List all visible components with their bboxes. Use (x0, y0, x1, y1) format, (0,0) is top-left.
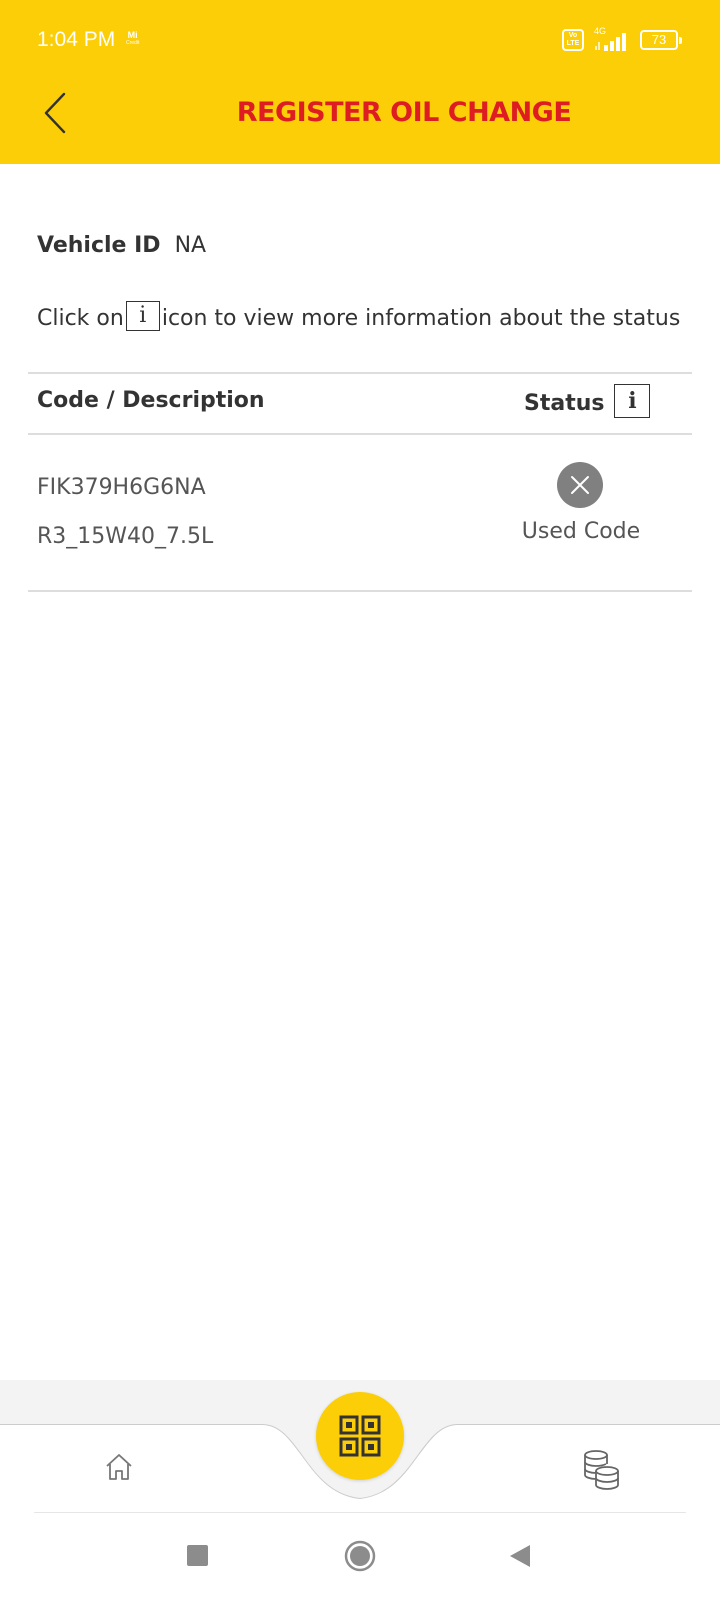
carrier-line1: Mi (127, 30, 138, 40)
status-header-label: Status (524, 390, 605, 416)
qr-code-icon (339, 1415, 381, 1457)
circle-icon (344, 1540, 376, 1572)
volte-icon: Vo LTE (562, 29, 584, 51)
divider (28, 372, 692, 374)
code-value: FIK379H6G6NA (37, 475, 206, 500)
divider (28, 590, 692, 592)
coins-icon (584, 1450, 619, 1490)
network-type: 4G (594, 26, 607, 36)
scan-button[interactable] (316, 1392, 404, 1480)
rewards-tab[interactable] (580, 1448, 622, 1490)
system-home-button[interactable] (344, 1540, 376, 1572)
signal-icon: 4G (590, 26, 634, 52)
hint-suffix: icon to view more information about the … (161, 306, 681, 331)
status-indicators: Vo LTE 4G 73 (562, 26, 682, 54)
app-header: 1:04 PM Mi Credit Vo LTE 4G 73 REGISTER … (0, 0, 720, 164)
volte-top: Vo (568, 32, 578, 39)
close-circle-icon (557, 462, 603, 508)
triangle-back-icon (510, 1545, 530, 1567)
status-time: 1:04 PM (37, 28, 116, 51)
system-back-button[interactable] (508, 1543, 532, 1569)
vehicle-id-label: Vehicle ID (37, 233, 161, 258)
carrier-logo: Mi Credit (126, 31, 139, 47)
home-tab[interactable] (104, 1452, 134, 1482)
column-header-code: Code / Description (37, 388, 265, 413)
status-value: Used Code (521, 519, 641, 544)
home-icon (106, 1454, 132, 1480)
divider (28, 433, 692, 435)
recents-button[interactable] (187, 1545, 208, 1566)
info-icon: i (125, 301, 160, 331)
volte-bottom: LTE (566, 40, 580, 47)
carrier-line2: Credit (126, 40, 140, 46)
vehicle-id-value: NA (174, 233, 207, 258)
battery-icon: 73 (640, 30, 682, 50)
description-value: R3_15W40_7.5L (37, 524, 214, 549)
page-title: REGISTER OIL CHANGE (236, 97, 572, 128)
hint-prefix: Click on (37, 306, 124, 331)
vehicle-id-row: Vehicle ID NA (37, 233, 206, 258)
column-header-status: Status i (524, 384, 651, 418)
info-hint-text: Click on i icon to view more information a… (37, 301, 681, 331)
nav-divider (34, 1512, 686, 1513)
status-info-icon[interactable]: i (614, 384, 651, 418)
